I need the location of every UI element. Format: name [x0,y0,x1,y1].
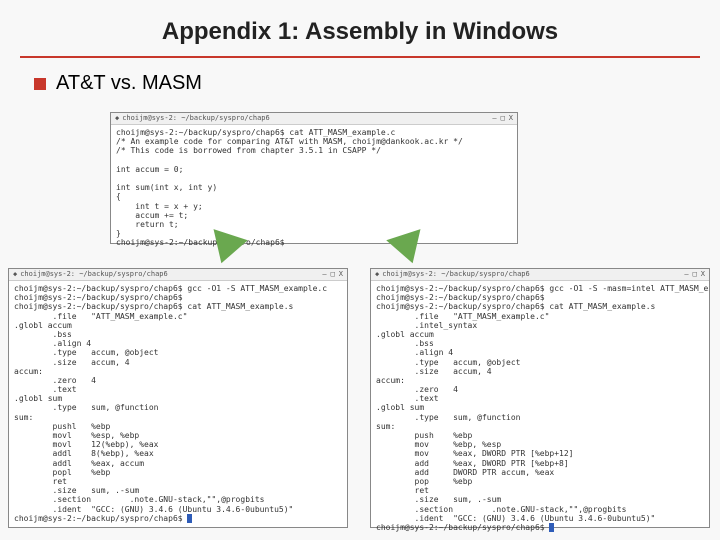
slide-title: Appendix 1: Assembly in Windows [0,0,720,56]
terminal-masm-output: ◆ choijm@sys-2: ~/backup/syspro/chap6 — … [370,268,710,528]
close-icon[interactable]: X [701,270,705,278]
terminal-icon: ◆ [115,114,119,122]
maximize-icon[interactable]: □ [331,270,335,278]
terminal-title: choijm@sys-2: ~/backup/syspro/chap6 [122,114,489,122]
terminal-icon: ◆ [375,270,379,278]
terminal-content: choijm@sys-2:~/backup/syspro/chap6$ gcc … [9,281,347,526]
close-icon[interactable]: X [339,270,343,278]
subheading: AT&T vs. MASM [34,72,720,95]
terminal-content: choijm@sys-2:~/backup/syspro/chap6$ gcc … [371,281,709,535]
minimize-icon[interactable]: — [492,114,496,122]
maximize-icon[interactable]: □ [693,270,697,278]
terminal-source-code: ◆ choijm@sys-2: ~/backup/syspro/chap6 — … [110,112,518,244]
terminal-att-output: ◆ choijm@sys-2: ~/backup/syspro/chap6 — … [8,268,348,528]
terminal-titlebar: ◆ choijm@sys-2: ~/backup/syspro/chap6 — … [111,113,517,125]
terminal-titlebar: ◆ choijm@sys-2: ~/backup/syspro/chap6 — … [9,269,347,281]
terminal-titlebar: ◆ choijm@sys-2: ~/backup/syspro/chap6 — … [371,269,709,281]
minimize-icon[interactable]: — [684,270,688,278]
terminal-content: choijm@sys-2:~/backup/syspro/chap6$ cat … [111,125,517,250]
cursor-icon [549,523,554,532]
title-underline [20,56,700,58]
subheading-text: AT&T vs. MASM [56,72,202,95]
terminal-title: choijm@sys-2: ~/backup/syspro/chap6 [20,270,319,278]
maximize-icon[interactable]: □ [501,114,505,122]
cursor-icon [187,514,192,523]
close-icon[interactable]: X [509,114,513,122]
terminal-icon: ◆ [13,270,17,278]
bullet-icon [34,78,46,90]
minimize-icon[interactable]: — [322,270,326,278]
terminal-title: choijm@sys-2: ~/backup/syspro/chap6 [382,270,681,278]
